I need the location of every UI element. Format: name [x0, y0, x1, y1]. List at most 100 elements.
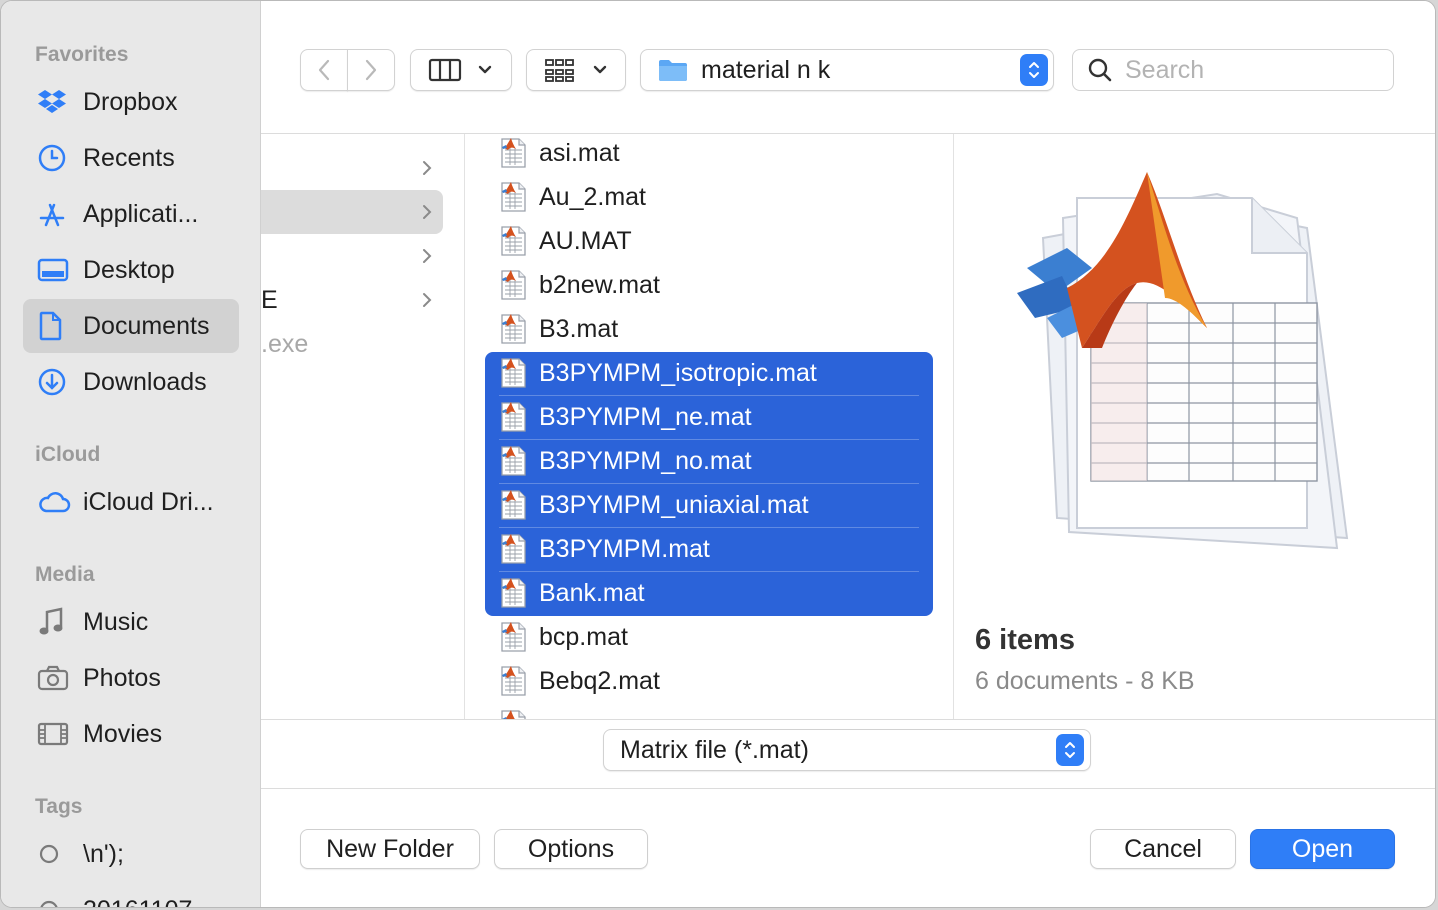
sidebar-item-label: 20161107: [83, 896, 192, 908]
sidebar-item-recents[interactable]: Recents: [23, 131, 239, 185]
file-row[interactable]: b2new.mat: [485, 263, 933, 307]
cloud-icon: [37, 487, 71, 517]
file-row[interactable]: asi.mat: [485, 134, 933, 175]
file-name: asi.mat: [539, 138, 620, 167]
sidebar-heading-icloud: iCloud: [35, 443, 101, 466]
new-folder-button[interactable]: New Folder: [300, 829, 480, 869]
search-input[interactable]: [1125, 55, 1375, 85]
file-type-popup[interactable]: Matrix file (*.mat): [603, 729, 1091, 771]
sidebar-heading-media: Media: [35, 563, 95, 586]
desktop-icon: [37, 255, 71, 285]
mat-file-icon: [501, 578, 526, 608]
document-icon: [37, 311, 71, 341]
sidebar-item-tag[interactable]: \n');: [23, 827, 239, 881]
list-item[interactable]: .exe: [261, 322, 443, 366]
list-item-label: .exe: [261, 329, 309, 358]
search-field[interactable]: [1072, 49, 1394, 91]
mat-file-icon: [501, 182, 526, 212]
parent-folder-column: E .exe: [261, 134, 465, 719]
sidebar-item-label: Desktop: [83, 255, 175, 284]
file-row[interactable]: B3PYMPM_uniaxial.mat: [485, 483, 933, 527]
sidebar: Favorites Dropbox Recents Applicati... D…: [1, 1, 261, 907]
sidebar-item-photos[interactable]: Photos: [23, 651, 239, 705]
camera-icon: [37, 663, 71, 693]
columns-view-icon: [428, 58, 462, 82]
sidebar-item-icloud-drive[interactable]: iCloud Dri...: [23, 475, 239, 529]
list-item-label: E: [261, 285, 278, 314]
file-row[interactable]: bcp.mat: [485, 615, 933, 659]
sidebar-item-label: Applicati...: [83, 199, 199, 228]
path-popup[interactable]: material n k: [640, 49, 1054, 91]
file-row[interactable]: B3PYMPM_isotropic.mat: [485, 351, 933, 395]
sidebar-item-label: Dropbox: [83, 87, 178, 116]
view-mode-button[interactable]: [410, 49, 512, 91]
preview-pane: 6 items 6 documents - 8 KB: [955, 134, 1435, 719]
matlab-mat-file-icon: [1017, 172, 1349, 550]
path-label: material n k: [701, 55, 831, 84]
clock-icon: [37, 143, 71, 173]
tag-circle-icon: [37, 895, 71, 907]
chevron-right-icon: [423, 293, 432, 307]
sidebar-item-dropbox[interactable]: Dropbox: [23, 75, 239, 129]
mat-file-icon: [501, 314, 526, 344]
file-row[interactable]: Bebq2.mat: [485, 659, 933, 703]
mat-file-icon: [501, 270, 526, 300]
chevron-right-icon: [423, 205, 432, 219]
mat-file-icon: [501, 138, 526, 168]
file-row[interactable]: AU.MAT: [485, 219, 933, 263]
button-bar: New Folder Options Cancel Open: [261, 789, 1435, 907]
options-button[interactable]: Options: [494, 829, 648, 869]
search-icon: [1088, 58, 1112, 82]
file-name: B3PYMPM.mat: [539, 534, 710, 563]
sidebar-item-label: Documents: [83, 311, 210, 340]
file-name: B3PYMPM_no.mat: [539, 446, 752, 475]
file-name: bcp.mat: [539, 622, 628, 651]
chevron-down-icon: [593, 65, 607, 74]
file-row[interactable]: B3.mat: [485, 307, 933, 351]
open-button[interactable]: Open: [1250, 829, 1395, 869]
up-down-chevron-icon: [1056, 734, 1084, 766]
mat-file-icon: [501, 446, 526, 476]
dropbox-icon: [37, 87, 71, 117]
file-row[interactable]: Bank.mat: [485, 571, 933, 615]
list-item[interactable]: [261, 234, 443, 278]
cancel-button[interactable]: Cancel: [1090, 829, 1236, 869]
file-row[interactable]: B3PYMPM.mat: [485, 527, 933, 571]
sidebar-item-downloads[interactable]: Downloads: [23, 355, 239, 409]
sidebar-item-label: iCloud Dri...: [83, 487, 214, 516]
chevron-right-icon: [423, 161, 432, 175]
file-row[interactable]: B3PYMPM_no.mat: [485, 439, 933, 483]
file-row[interactable]: Au_2.mat: [485, 175, 933, 219]
sidebar-heading-favorites: Favorites: [35, 43, 129, 66]
sidebar-item-applications[interactable]: Applicati...: [23, 187, 239, 241]
applications-icon: [37, 199, 71, 229]
file-name: B3.mat: [539, 314, 619, 343]
sidebar-item-label: \n');: [83, 839, 124, 868]
group-button[interactable]: [526, 49, 626, 91]
sidebar-item-tag[interactable]: 20161107: [23, 883, 239, 908]
sidebar-item-documents[interactable]: Documents: [23, 299, 239, 353]
file-name: B3PYMPM_isotropic.mat: [539, 358, 817, 387]
sidebar-item-label: Downloads: [83, 367, 207, 396]
sidebar-item-movies[interactable]: Movies: [23, 707, 239, 761]
sidebar-item-label: Photos: [83, 663, 161, 692]
file-list-column: asi.mat Au_2.mat AU.MAT b2new.mat B3.mat B3PY…: [465, 134, 954, 719]
chevron-right-icon: [365, 59, 377, 81]
sidebar-item-desktop[interactable]: Desktop: [23, 243, 239, 297]
film-icon: [37, 719, 71, 749]
sidebar-item-music[interactable]: Music: [23, 595, 239, 649]
list-item[interactable]: [261, 146, 443, 190]
file-row[interactable]: [485, 703, 933, 719]
grid-group-icon: [545, 59, 574, 82]
file-row[interactable]: B3PYMPM_ne.mat: [485, 395, 933, 439]
open-file-dialog: Favorites Dropbox Recents Applicati... D…: [0, 0, 1436, 908]
list-item[interactable]: E: [261, 278, 443, 322]
mat-file-icon: [501, 666, 526, 696]
file-name: Bebq2.mat: [539, 666, 660, 695]
mat-file-icon: [501, 358, 526, 388]
forward-button[interactable]: [347, 49, 395, 91]
chevron-left-icon: [318, 59, 330, 81]
back-button[interactable]: [300, 49, 348, 91]
list-item[interactable]: [261, 190, 443, 234]
file-name: AU.MAT: [539, 226, 632, 255]
